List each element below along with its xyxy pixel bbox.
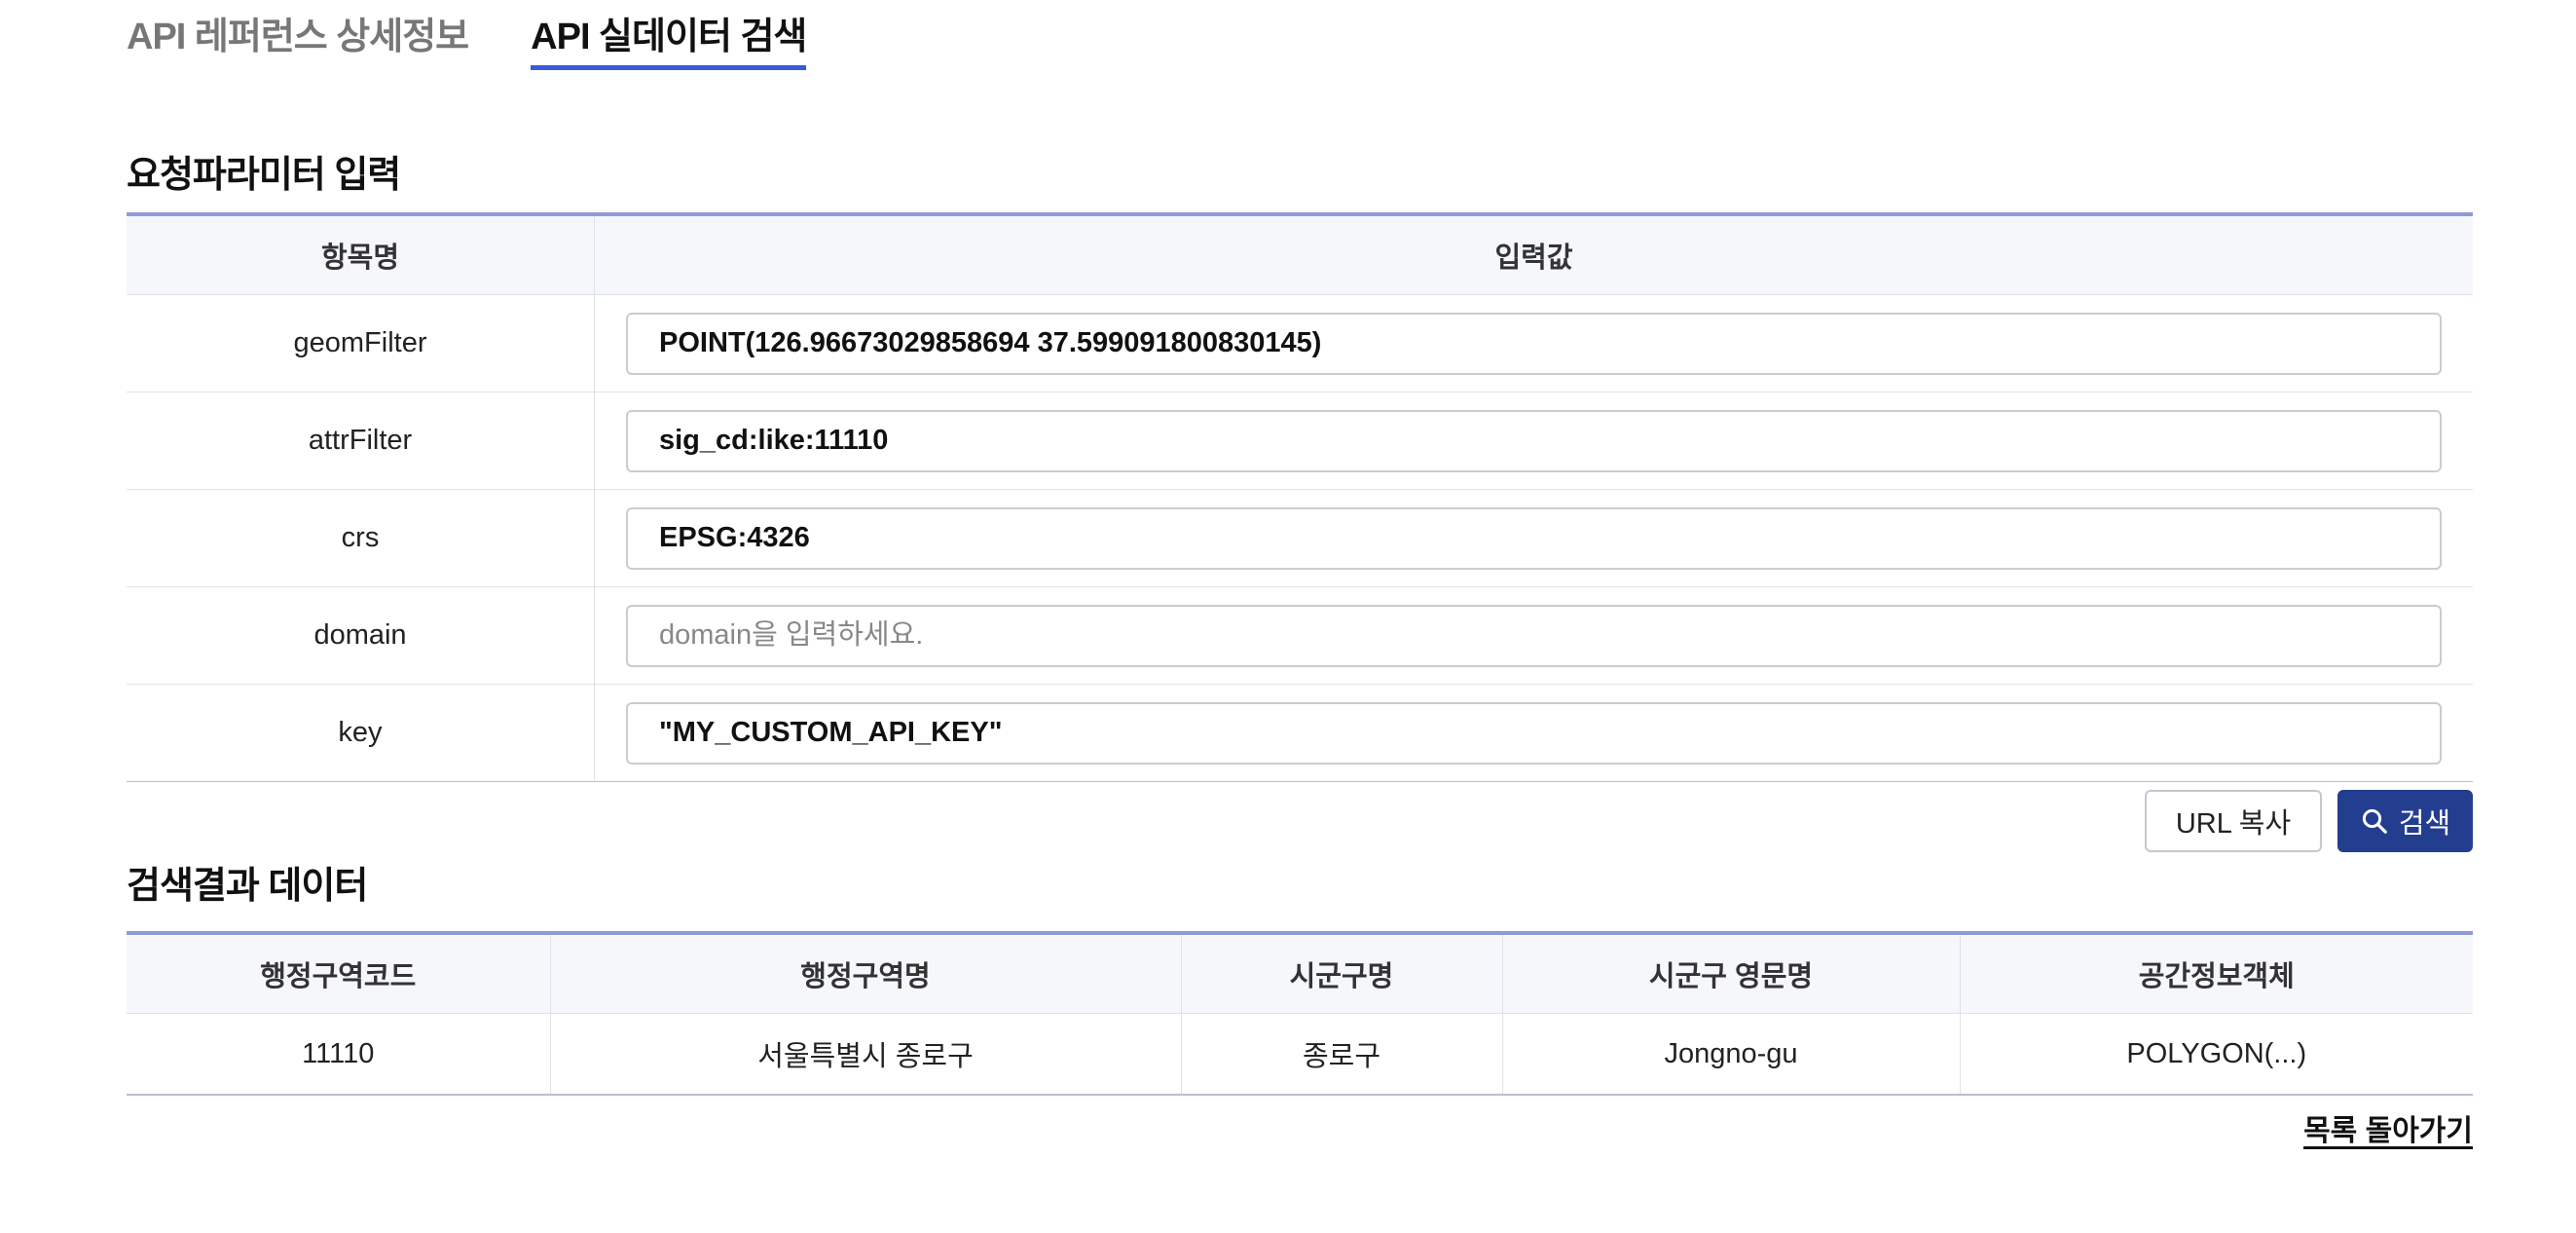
results-header-row: 행정구역코드 행정구역명 시군구명 시군구 영문명 공간정보객체: [127, 933, 2473, 1014]
cell-region-name: 서울특별시 종로구: [550, 1013, 1182, 1096]
header-district-name: 시군구명: [1181, 933, 1503, 1014]
params-header-name: 항목명: [127, 214, 595, 295]
tab-bar: API 레퍼런스 상세정보 API 실데이터 검색: [127, 0, 2473, 70]
header-region-code: 행정구역코드: [127, 933, 551, 1014]
search-button[interactable]: 검색: [2337, 790, 2473, 852]
copy-url-button[interactable]: URL 복사: [2145, 790, 2322, 852]
page: API 레퍼런스 상세정보 API 실데이터 검색 요청파라미터 입력 항목명 …: [0, 0, 2576, 1233]
param-row-attrfilter: attrFilter: [127, 392, 2473, 490]
param-label-domain: domain: [127, 586, 595, 685]
copy-url-label: URL 복사: [2175, 808, 2292, 840]
attrfilter-input[interactable]: [626, 409, 2442, 472]
tab-api-data-search[interactable]: API 실데이터 검색: [531, 0, 807, 70]
params-header-row: 항목명 입력값: [127, 214, 2473, 295]
param-row-key: key: [127, 684, 2473, 782]
param-row-crs: crs: [127, 489, 2473, 587]
params-table: 항목명 입력값 geomFilter attrFilter crs: [127, 212, 2473, 782]
param-label-geomfilter: geomFilter: [127, 294, 595, 392]
geomfilter-input[interactable]: [626, 312, 2442, 375]
header-region-name: 행정구역명: [550, 933, 1182, 1014]
results-table: 행정구역코드 행정구역명 시군구명 시군구 영문명 공간정보객체 11110 서…: [127, 931, 2473, 1096]
param-label-crs: crs: [127, 489, 595, 587]
content: API 레퍼런스 상세정보 API 실데이터 검색 요청파라미터 입력 항목명 …: [127, 0, 2473, 1147]
action-buttons: URL 복사 검색: [2145, 790, 2473, 852]
param-row-domain: domain: [127, 586, 2473, 685]
back-to-list-link[interactable]: 목록 돌아가기: [2303, 1106, 2473, 1149]
params-section-title: 요청파라미터 입력: [127, 155, 401, 196]
param-row-geomfilter: geomFilter: [127, 294, 2473, 392]
param-label-attrfilter: attrFilter: [127, 392, 595, 490]
tab-api-reference[interactable]: API 레퍼런스 상세정보: [127, 0, 469, 65]
results-section-title: 검색결과 데이터: [127, 866, 368, 907]
cell-region-code: 11110: [127, 1013, 551, 1096]
params-header-value: 입력값: [594, 214, 2473, 295]
domain-input[interactable]: [626, 604, 2442, 667]
table-row: 11110 서울특별시 종로구 종로구 Jongno-gu POLYGON(..…: [127, 1013, 2473, 1096]
param-label-key: key: [127, 684, 595, 782]
header-geometry: 공간정보객체: [1960, 933, 2473, 1014]
key-input[interactable]: [626, 701, 2442, 765]
cell-geometry: POLYGON(...): [1960, 1013, 2473, 1096]
search-label: 검색: [2398, 808, 2451, 840]
cell-district-name: 종로구: [1181, 1013, 1503, 1096]
crs-input[interactable]: [626, 506, 2442, 570]
header-district-english-name: 시군구 영문명: [1502, 933, 1961, 1014]
cell-district-english-name: Jongno-gu: [1502, 1013, 1961, 1096]
search-icon: [2362, 808, 2387, 834]
